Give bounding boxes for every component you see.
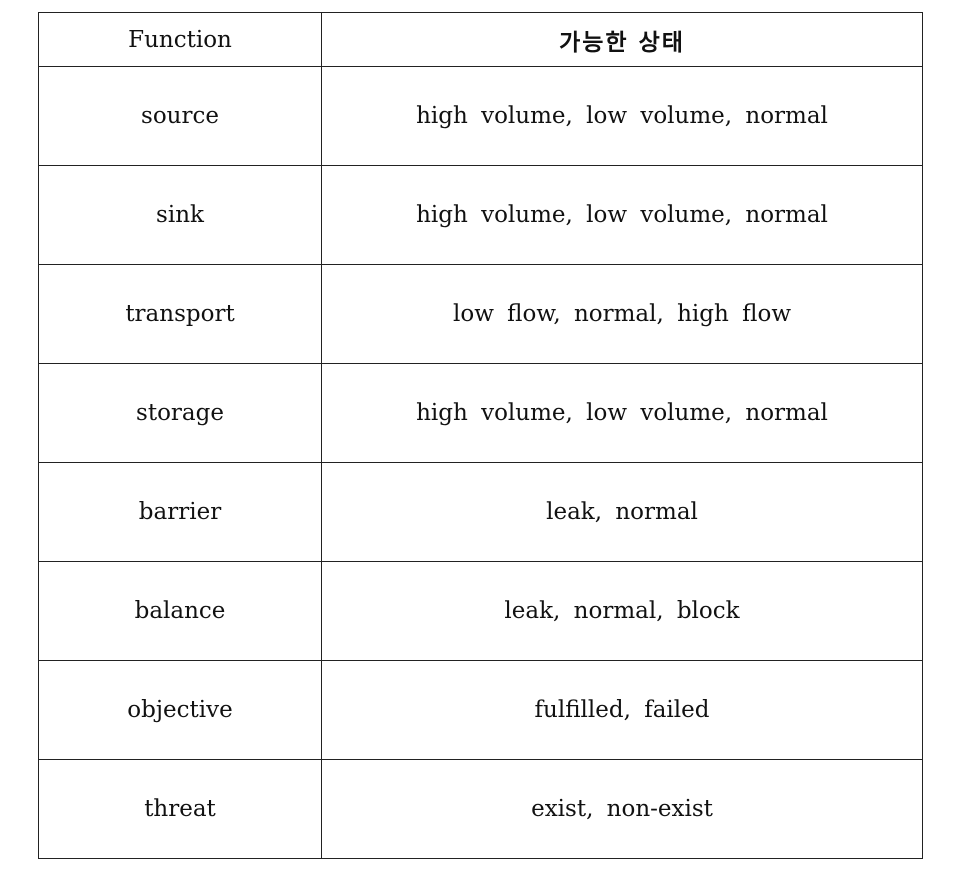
function-cell: source <box>38 66 322 166</box>
function-cell: sink <box>38 165 322 265</box>
table-row: barrier leak, normal <box>38 462 923 562</box>
header-possible-states: 가능한 상태 <box>321 12 923 67</box>
function-cell: objective <box>38 660 322 760</box>
table-row: transport low flow, normal, high flow <box>38 264 923 364</box>
states-cell: high volume, low volume, normal <box>321 66 923 166</box>
states-cell: high volume, low volume, normal <box>321 363 923 463</box>
states-cell: fulfilled, failed <box>321 660 923 760</box>
function-cell: storage <box>38 363 322 463</box>
table-row: objective fulfilled, failed <box>38 660 923 760</box>
states-cell: leak, normal <box>321 462 923 562</box>
table-row: source high volume, low volume, normal <box>38 66 923 166</box>
header-row: Function 가능한 상태 <box>38 12 923 67</box>
function-cell: transport <box>38 264 322 364</box>
function-states-table: Function 가능한 상태 source high volume, low … <box>38 12 923 859</box>
states-cell: leak, normal, block <box>321 561 923 661</box>
header-function: Function <box>38 12 322 67</box>
states-cell: low flow, normal, high flow <box>321 264 923 364</box>
states-cell: exist, non-exist <box>321 759 923 859</box>
function-cell: barrier <box>38 462 322 562</box>
function-cell: threat <box>38 759 322 859</box>
table-row: balance leak, normal, block <box>38 561 923 661</box>
table-row: sink high volume, low volume, normal <box>38 165 923 265</box>
table-row: storage high volume, low volume, normal <box>38 363 923 463</box>
states-cell: high volume, low volume, normal <box>321 165 923 265</box>
table-row: threat exist, non-exist <box>38 759 923 859</box>
function-cell: balance <box>38 561 322 661</box>
